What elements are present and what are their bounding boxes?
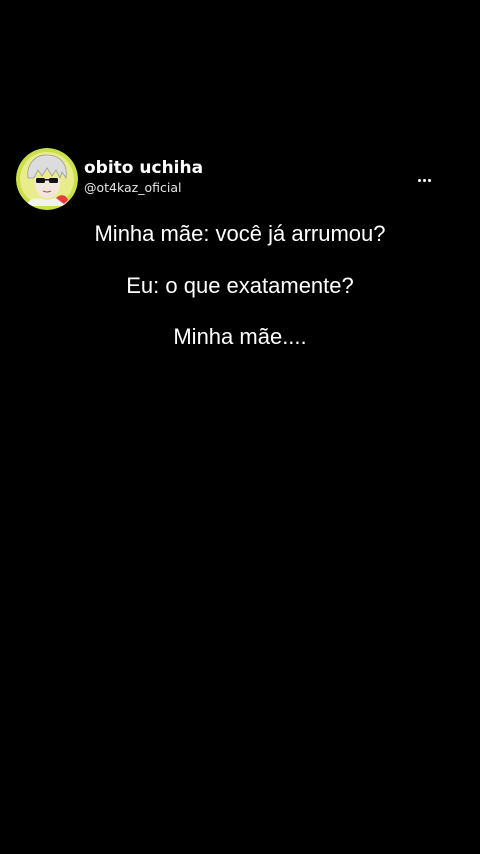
post-text-line: Minha mãe: você já arrumou?	[94, 221, 386, 246]
user-handle[interactable]: @ot4kaz_oficial	[84, 179, 203, 197]
more-options-button[interactable]	[414, 172, 434, 188]
avatar[interactable]	[16, 148, 78, 210]
post-header: obito uchiha @ot4kaz_oficial	[16, 148, 464, 210]
display-name[interactable]: obito uchiha	[84, 158, 203, 178]
post-text-line: Minha mãe....	[173, 324, 307, 349]
author-info: obito uchiha @ot4kaz_oficial	[84, 158, 203, 197]
anime-avatar-icon	[16, 148, 78, 210]
post-card: obito uchiha @ot4kaz_oficial Minha mãe: …	[0, 0, 480, 854]
more-horizontal-icon	[417, 178, 431, 182]
post-text-line: Eu: o que exatamente?	[126, 273, 354, 298]
